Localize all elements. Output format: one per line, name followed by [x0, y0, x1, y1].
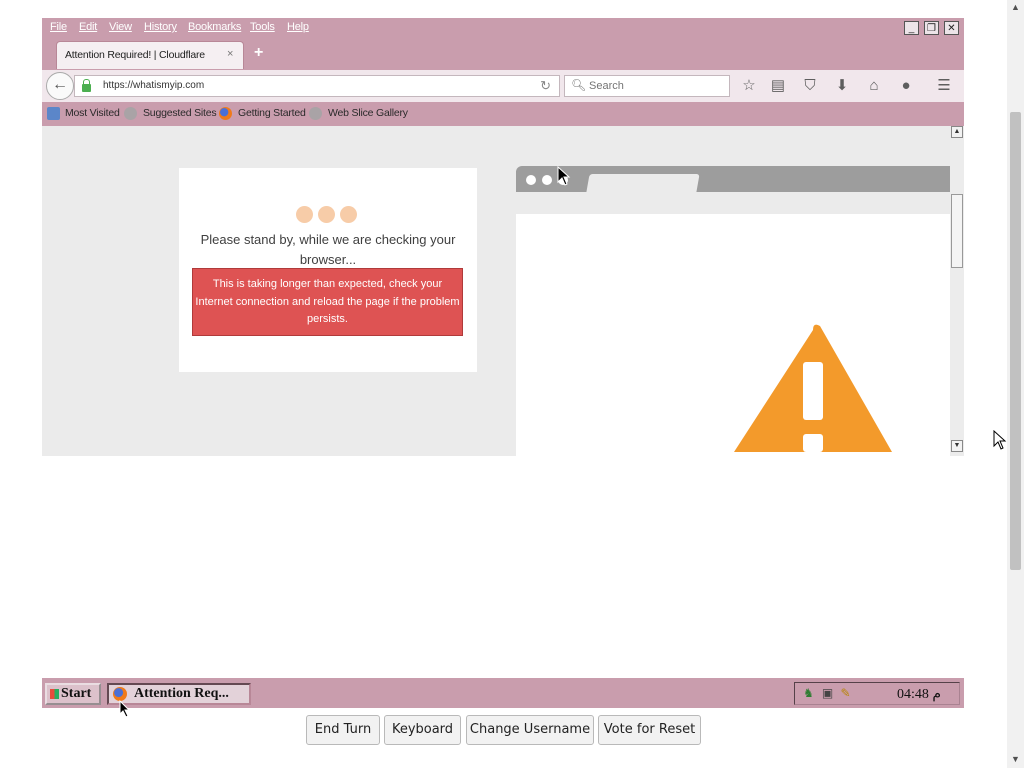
- url-bar[interactable]: https://whatismyip.com ↻: [74, 75, 560, 97]
- loading-dot: [318, 206, 335, 223]
- url-text: https://whatismyip.com: [103, 80, 205, 91]
- firefox-icon: [219, 107, 232, 120]
- chat-icon[interactable]: ●: [896, 76, 916, 96]
- illustration-dot: [526, 175, 536, 185]
- page-scroll-thumb[interactable]: [1010, 112, 1021, 570]
- tab-cloudflare[interactable]: Attention Required! | Cloudflare ×: [56, 41, 244, 69]
- firefox-icon: [113, 687, 127, 701]
- content-scrollbar[interactable]: ▲ ▼: [950, 126, 964, 456]
- menu-history[interactable]: History: [144, 21, 177, 33]
- network-icon[interactable]: ♞: [801, 686, 816, 701]
- back-button[interactable]: ←: [46, 72, 74, 100]
- suggested-sites-icon: [124, 107, 137, 120]
- page-scrollbar[interactable]: ▲ ▼: [1007, 0, 1024, 768]
- keyboard-button[interactable]: Keyboard: [384, 715, 461, 745]
- bookmark-suggested-sites[interactable]: Suggested Sites: [143, 107, 217, 119]
- illustration-tab: [586, 174, 700, 192]
- content-scroll-up-icon[interactable]: ▲: [951, 126, 963, 138]
- loading-dot: [296, 206, 313, 223]
- tab-bar: Attention Required! | Cloudflare × +: [42, 38, 964, 70]
- scroll-down-arrow-icon[interactable]: ▼: [1007, 752, 1024, 766]
- desktop-area: [42, 456, 964, 678]
- tab-title: Attention Required! | Cloudflare: [65, 49, 205, 61]
- content-scroll-down-icon[interactable]: ▼: [951, 440, 963, 452]
- bookmarks-bar: Most Visited Suggested Sites Getting Sta…: [42, 102, 964, 126]
- menu-bar: File Edit View History Bookmarks Tools H…: [42, 18, 964, 38]
- search-box[interactable]: 🔍︎: [564, 75, 730, 97]
- bookmark-getting-started[interactable]: Getting Started: [238, 107, 306, 119]
- bookmark-web-slice-gallery[interactable]: Web Slice Gallery: [328, 107, 408, 119]
- restore-button[interactable]: ❐: [924, 21, 939, 35]
- remote-screen[interactable]: File Edit View History Bookmarks Tools H…: [42, 18, 964, 718]
- menu-view[interactable]: View: [109, 21, 132, 33]
- web-slice-icon: [309, 107, 322, 120]
- volume-icon[interactable]: ▣: [820, 686, 835, 701]
- menu-help[interactable]: Help: [287, 21, 309, 33]
- start-label: Start: [61, 686, 92, 701]
- illustration-dot: [542, 175, 552, 185]
- tab-close-icon[interactable]: ×: [227, 48, 233, 60]
- new-tab-button[interactable]: +: [254, 44, 263, 62]
- mouse-cursor-icon: [993, 430, 1007, 450]
- scroll-up-arrow-icon[interactable]: ▲: [1007, 0, 1024, 14]
- back-arrow-icon: ←: [52, 76, 68, 93]
- update-icon[interactable]: ✎: [838, 686, 853, 701]
- change-username-button[interactable]: Change Username: [466, 715, 594, 745]
- menu-icon[interactable]: ☰: [934, 76, 954, 96]
- close-window-button[interactable]: ✕: [944, 21, 959, 35]
- content-scroll-thumb[interactable]: [951, 194, 963, 268]
- end-turn-button[interactable]: End Turn: [306, 715, 380, 745]
- search-input[interactable]: [587, 79, 721, 93]
- taskbar: Start Attention Req... ♞ ▣ ✎ 04:48 م: [42, 678, 964, 718]
- clock: 04:48 م: [897, 687, 942, 702]
- cloudflare-check-card: Please stand by, while we are checking y…: [179, 168, 477, 372]
- bookmark-most-visited[interactable]: Most Visited: [65, 107, 120, 119]
- mouse-cursor-icon: [119, 700, 131, 718]
- system-tray: ♞ ▣ ✎ 04:48 م: [794, 682, 960, 705]
- illustration-title-bar: [516, 166, 950, 192]
- illustration-body: [516, 214, 950, 456]
- browser-illustration: [516, 166, 950, 456]
- vote-reset-button[interactable]: Vote for Reset: [598, 715, 701, 745]
- reading-list-icon[interactable]: ▤: [768, 76, 788, 96]
- menu-file[interactable]: File: [50, 21, 67, 33]
- menu-edit[interactable]: Edit: [79, 21, 97, 33]
- start-button[interactable]: Start: [45, 683, 101, 705]
- download-icon[interactable]: ⬇: [832, 76, 852, 96]
- taskbar-item-label: Attention Req...: [134, 686, 229, 701]
- lock-icon: [82, 84, 91, 92]
- navigation-bar: ← https://whatismyip.com ↻ 🔍︎ ☆ ▤ ⛉ ⬇ ⌂ …: [42, 70, 964, 102]
- page-content: Please stand by, while we are checking y…: [42, 126, 964, 456]
- minimize-button[interactable]: _: [904, 21, 919, 35]
- windows-flag-icon: [50, 689, 59, 699]
- home-icon[interactable]: ⌂: [864, 76, 884, 96]
- warning-icon: [734, 324, 892, 452]
- pocket-icon[interactable]: ⛉: [800, 76, 820, 96]
- standby-message: Please stand by, while we are checking y…: [200, 232, 456, 267]
- star-icon[interactable]: ☆: [739, 76, 759, 96]
- loading-dot: [340, 206, 357, 223]
- timeout-alert: This is taking longer than expected, che…: [192, 268, 463, 336]
- menu-tools[interactable]: Tools: [250, 21, 275, 33]
- mouse-cursor-icon: [557, 166, 571, 186]
- reload-icon[interactable]: ↻: [540, 78, 551, 94]
- most-visited-icon: [47, 107, 60, 120]
- search-icon: 🔍︎: [571, 78, 587, 92]
- menu-bookmarks[interactable]: Bookmarks: [188, 21, 241, 33]
